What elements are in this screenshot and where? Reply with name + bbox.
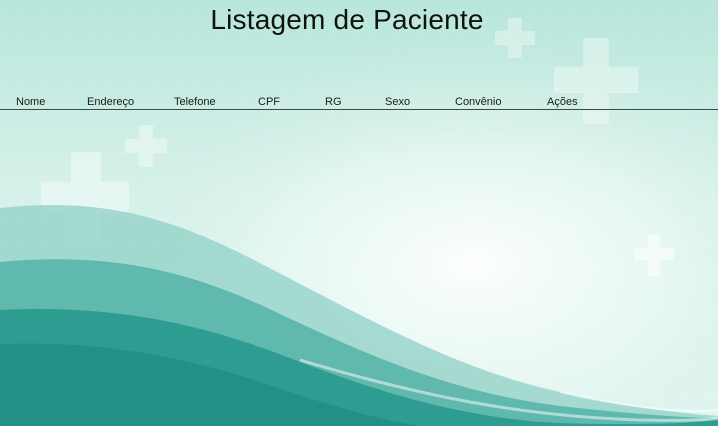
column-header-acoes[interactable]: Ações <box>547 96 578 108</box>
column-header-telefone[interactable]: Telefone <box>174 96 216 108</box>
column-header-rg[interactable]: RG <box>325 96 342 108</box>
column-header-convenio[interactable]: Convênio <box>455 96 501 108</box>
column-header-nome[interactable]: Nome <box>16 96 45 108</box>
page-title: Listagem de Paciente <box>210 4 484 35</box>
column-header-sexo[interactable]: Sexo <box>385 96 410 108</box>
column-header-endereco[interactable]: Endereço <box>87 96 134 108</box>
table-header: Nome Endereço Telefone CPF RG Sexo Convê… <box>0 94 718 110</box>
medical-background <box>0 0 718 426</box>
column-header-cpf[interactable]: CPF <box>258 96 280 108</box>
